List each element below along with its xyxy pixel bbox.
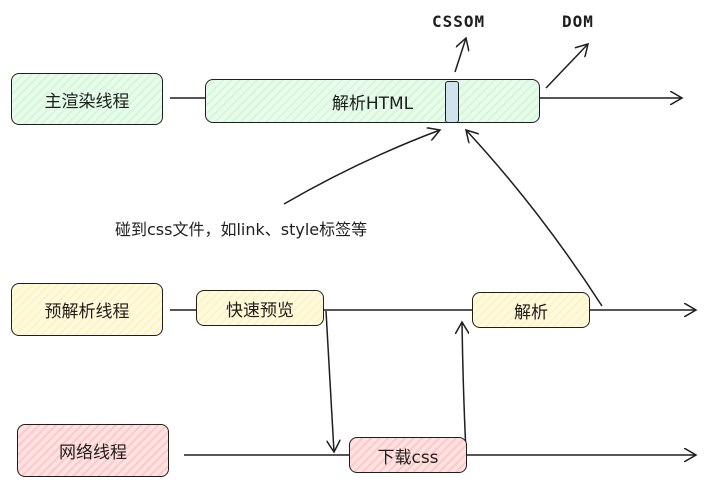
dom-label: DOM <box>562 12 594 31</box>
parse-html-label: 解析HTML <box>331 93 414 114</box>
preview-to-download-arrow <box>325 310 334 452</box>
download-css-label: 下载css <box>377 447 439 468</box>
to-cssom-arrow <box>454 38 466 73</box>
main-thread-label: 主渲染线程 <box>44 91 130 112</box>
preparse-thread-label: 预解析线程 <box>44 302 130 322</box>
preparse-thread-box: 预解析线程 <box>11 283 163 336</box>
parse-html-task: 解析HTML <box>205 79 540 123</box>
annotation-to-main-arrow <box>283 130 440 205</box>
network-thread-label: 网络线程 <box>59 443 127 463</box>
main-thread-box: 主渲染线程 <box>11 73 163 125</box>
parse-label: 解析 <box>514 302 548 323</box>
parse-task: 解析 <box>472 292 590 328</box>
to-dom-arrow <box>545 44 588 89</box>
cssom-label: CSSOM <box>432 12 486 31</box>
quick-preview-task: 快速预览 <box>196 290 324 326</box>
css-block-marker <box>445 81 459 123</box>
annotation-text: 碰到css文件，如link、style标签等 <box>115 220 368 239</box>
network-thread-box: 网络线程 <box>17 424 169 477</box>
download-to-parse-arrow <box>462 322 466 453</box>
quick-preview-label: 快速预览 <box>226 300 294 321</box>
parse-to-main-arrow <box>466 130 603 307</box>
download-css-task: 下载css <box>349 437 467 473</box>
